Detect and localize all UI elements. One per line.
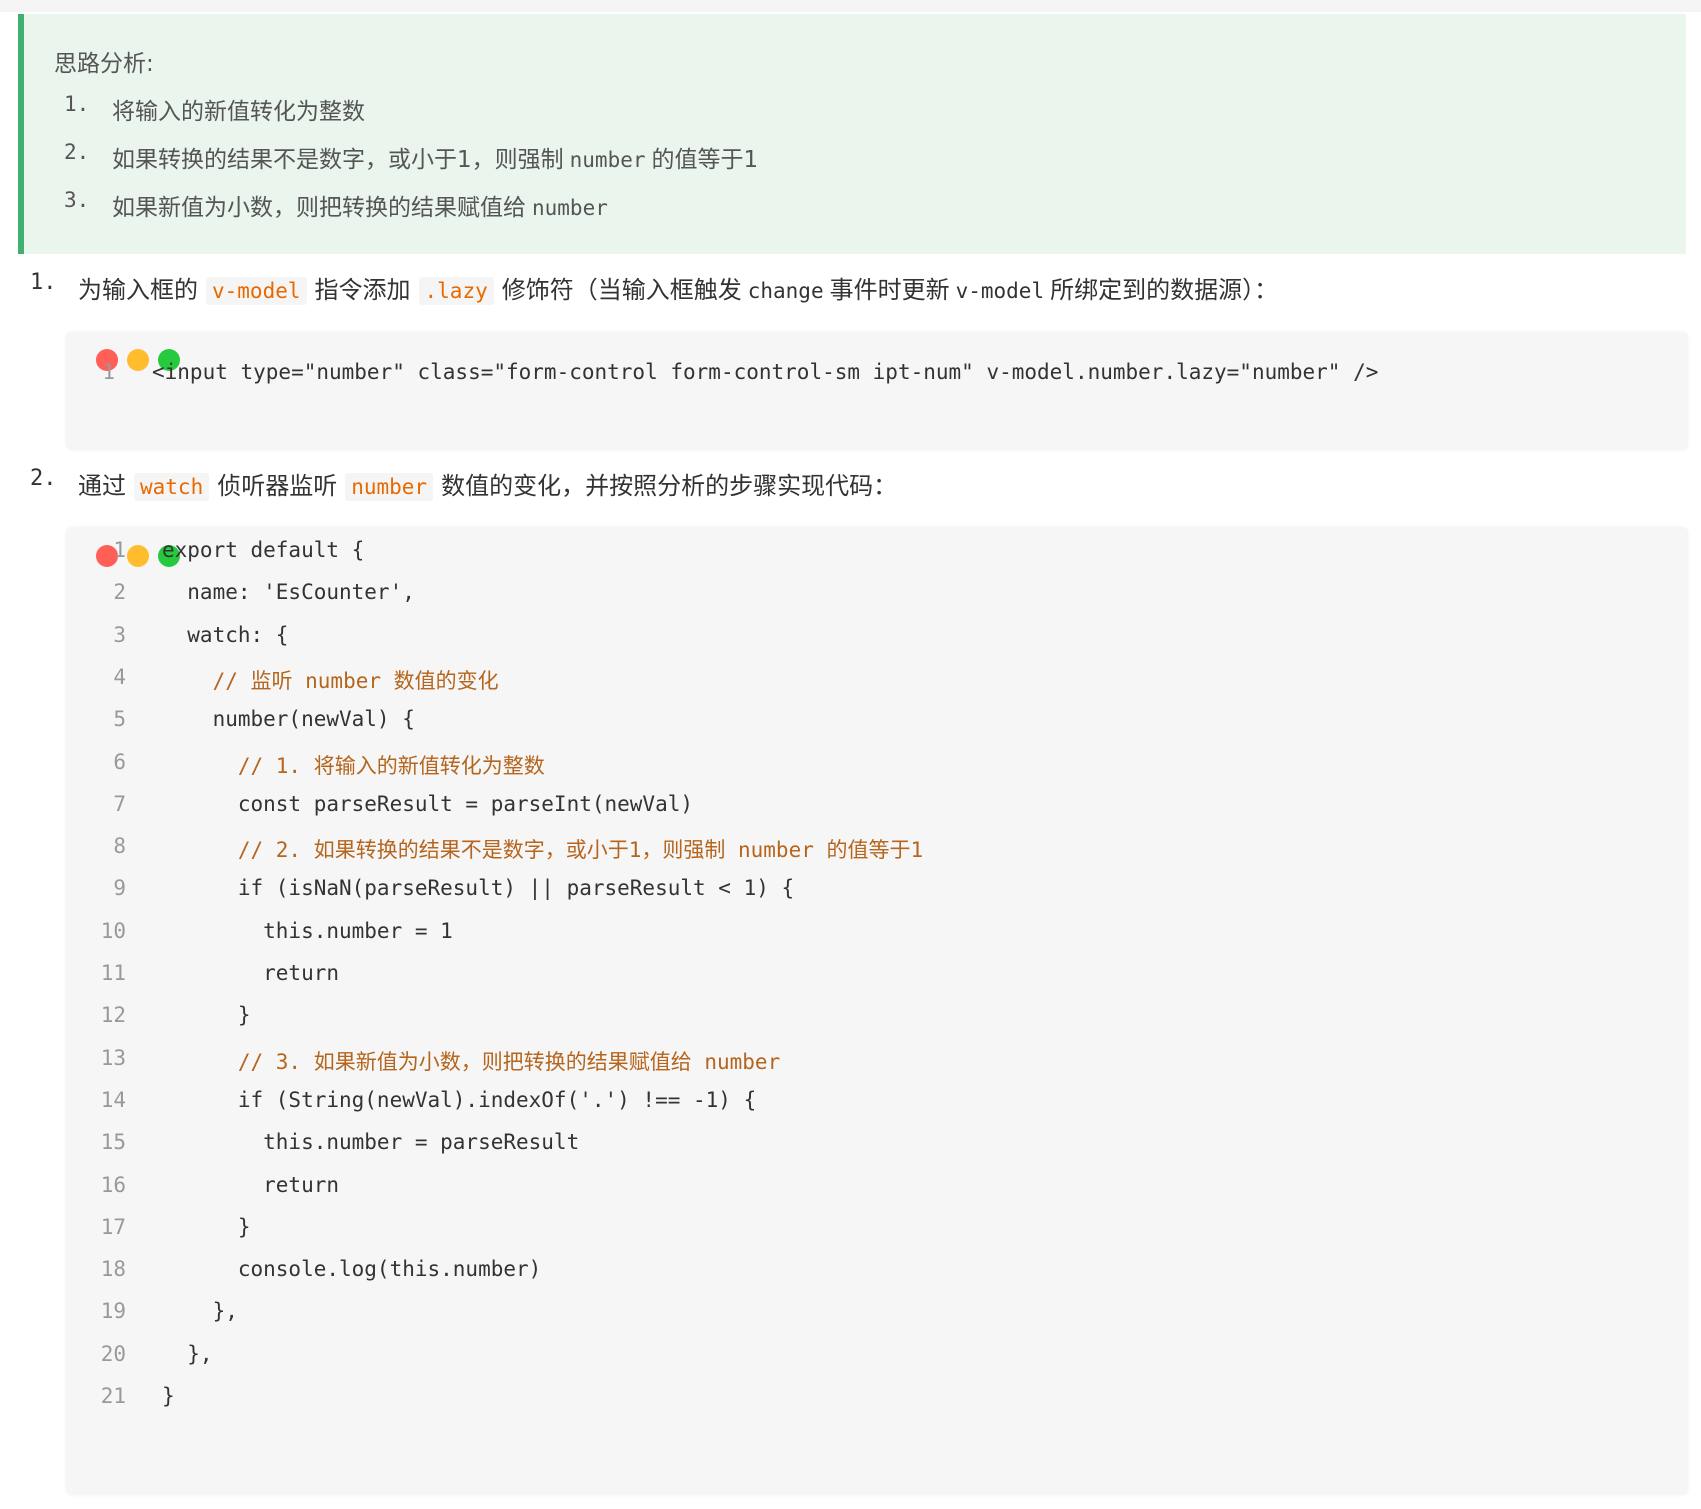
line-number: 12 [100, 1003, 126, 1028]
code-text: } [162, 1214, 251, 1239]
analysis-tip-box: 思路分析: 1. 将输入的新值转化为整数 2. 如果转换的结果不是数字，或小于1… [18, 14, 1686, 254]
line-number: 11 [100, 961, 126, 985]
code-text: } [162, 1003, 251, 1028]
tip-text-part: 如果转换的结果不是数字，或小于1，则强制 [112, 147, 564, 173]
code-block-2: 1 export default { 2 name: 'EsCounter', 3 w… [66, 527, 1688, 1495]
tip-title: 思路分析: [54, 51, 154, 77]
line-number: 13 [100, 1045, 126, 1070]
step-text-part: 所绑定到的数据源）： [1050, 276, 1279, 304]
line-number: 2 [113, 580, 126, 605]
line-number: 9 [113, 876, 126, 901]
tip-text-part: 如果新值为小数，则把转换的结果赋值给 [112, 195, 526, 221]
inline-code: v-model [955, 279, 1045, 303]
tip-item-text: 如果新值为小数，则把转换的结果赋值给 number [112, 188, 614, 222]
inline-code: number [532, 196, 608, 220]
line-number: 10 [100, 918, 126, 943]
line-number: 16 [100, 1172, 126, 1197]
inline-code: number [345, 473, 434, 501]
code-text: number(newVal) { [162, 707, 415, 732]
code-text: watch: { [162, 622, 289, 647]
code-text: }, [162, 1341, 213, 1366]
line-number: 15 [100, 1130, 126, 1155]
top-strip [0, 0, 1701, 12]
code-text: // 3. 如果新值为小数，则把转换的结果赋值给 number [162, 1049, 781, 1074]
window-minimize-dot-icon [127, 349, 149, 371]
code-text: return [162, 1172, 340, 1197]
step-text: 通过 watch 侦听器监听 number 数值的变化，并按照分析的步骤实现代码： [78, 466, 897, 501]
code-text: if (String(newVal).indexOf('.') !== -1) … [162, 1087, 757, 1112]
code-text: <input type="number" class="form-control… [152, 360, 1379, 384]
line-number: 19 [100, 1299, 126, 1324]
code-text: } [162, 1384, 175, 1408]
line-number: 5 [113, 707, 126, 732]
code-text: return [162, 961, 340, 985]
tip-item-number: 3. [64, 188, 90, 212]
step-number: 2. [30, 466, 57, 491]
step-text-part: 修饰符（当输入框触发 [501, 276, 742, 304]
line-number: 7 [113, 791, 126, 816]
code-text: // 2. 如果转换的结果不是数字，或小于1，则强制 number 的值等于1 [162, 838, 924, 863]
code-text: this.number = 1 [162, 918, 453, 943]
step-text-part: 侦听器监听 [217, 472, 338, 500]
tip-item-text: 如果转换的结果不是数字，或小于1，则强制 number 的值等于1 [112, 140, 758, 174]
line-number: 14 [100, 1087, 126, 1112]
code-block-1: 1 <input type="number" class="form-contro… [66, 332, 1688, 450]
inline-code: change [747, 279, 824, 303]
line-number: 6 [113, 749, 126, 774]
line-number: 20 [100, 1341, 126, 1366]
code-text: // 监听 number 数值的变化 [162, 668, 499, 693]
line-number: 17 [100, 1214, 126, 1239]
line-number: 4 [113, 664, 126, 689]
code-text: // 1. 将输入的新值转化为整数 [162, 753, 545, 778]
step-text-part: 通过 [78, 472, 126, 500]
inline-code: watch [134, 473, 210, 501]
line-number: 1 [102, 360, 115, 384]
inline-code: .lazy [418, 277, 494, 305]
step-text-part: 数值的变化，并按照分析的步骤实现代码： [441, 472, 898, 500]
line-number: 18 [100, 1257, 126, 1282]
code-text: const parseResult = parseInt(newVal) [162, 791, 694, 816]
line-number: 21 [100, 1384, 126, 1408]
line-number: 8 [113, 834, 126, 859]
step-text: 为输入框的 v-model 指令添加 .lazy 修饰符（当输入框触发 change 事件时… [78, 270, 1278, 305]
tip-text-part: 的值等于1 [651, 147, 759, 173]
window-minimize-dot-icon [127, 545, 149, 567]
inline-code: number [569, 148, 646, 172]
code-text: if (isNaN(parseResult) || parseResult < … [162, 876, 795, 901]
tip-item-text: 将输入的新值转化为整数 [112, 99, 365, 125]
line-number: 1 [113, 538, 126, 562]
code-text: }, [162, 1299, 238, 1324]
code-text: console.log(this.number) [162, 1257, 542, 1282]
tip-item-number: 2. [64, 140, 90, 164]
code-text: this.number = parseResult [162, 1130, 580, 1155]
tip-item-number: 1. [64, 92, 90, 116]
line-number: 3 [113, 622, 126, 647]
step-text-part: 事件时更新 [829, 276, 950, 304]
code-text: export default { [162, 538, 365, 562]
step-number: 1. [30, 270, 57, 295]
step-text-part: 为输入框的 [78, 276, 198, 304]
step-text-part: 指令添加 [314, 276, 411, 304]
code-text: name: 'EsCounter', [162, 580, 415, 605]
inline-code: v-model [206, 277, 307, 305]
